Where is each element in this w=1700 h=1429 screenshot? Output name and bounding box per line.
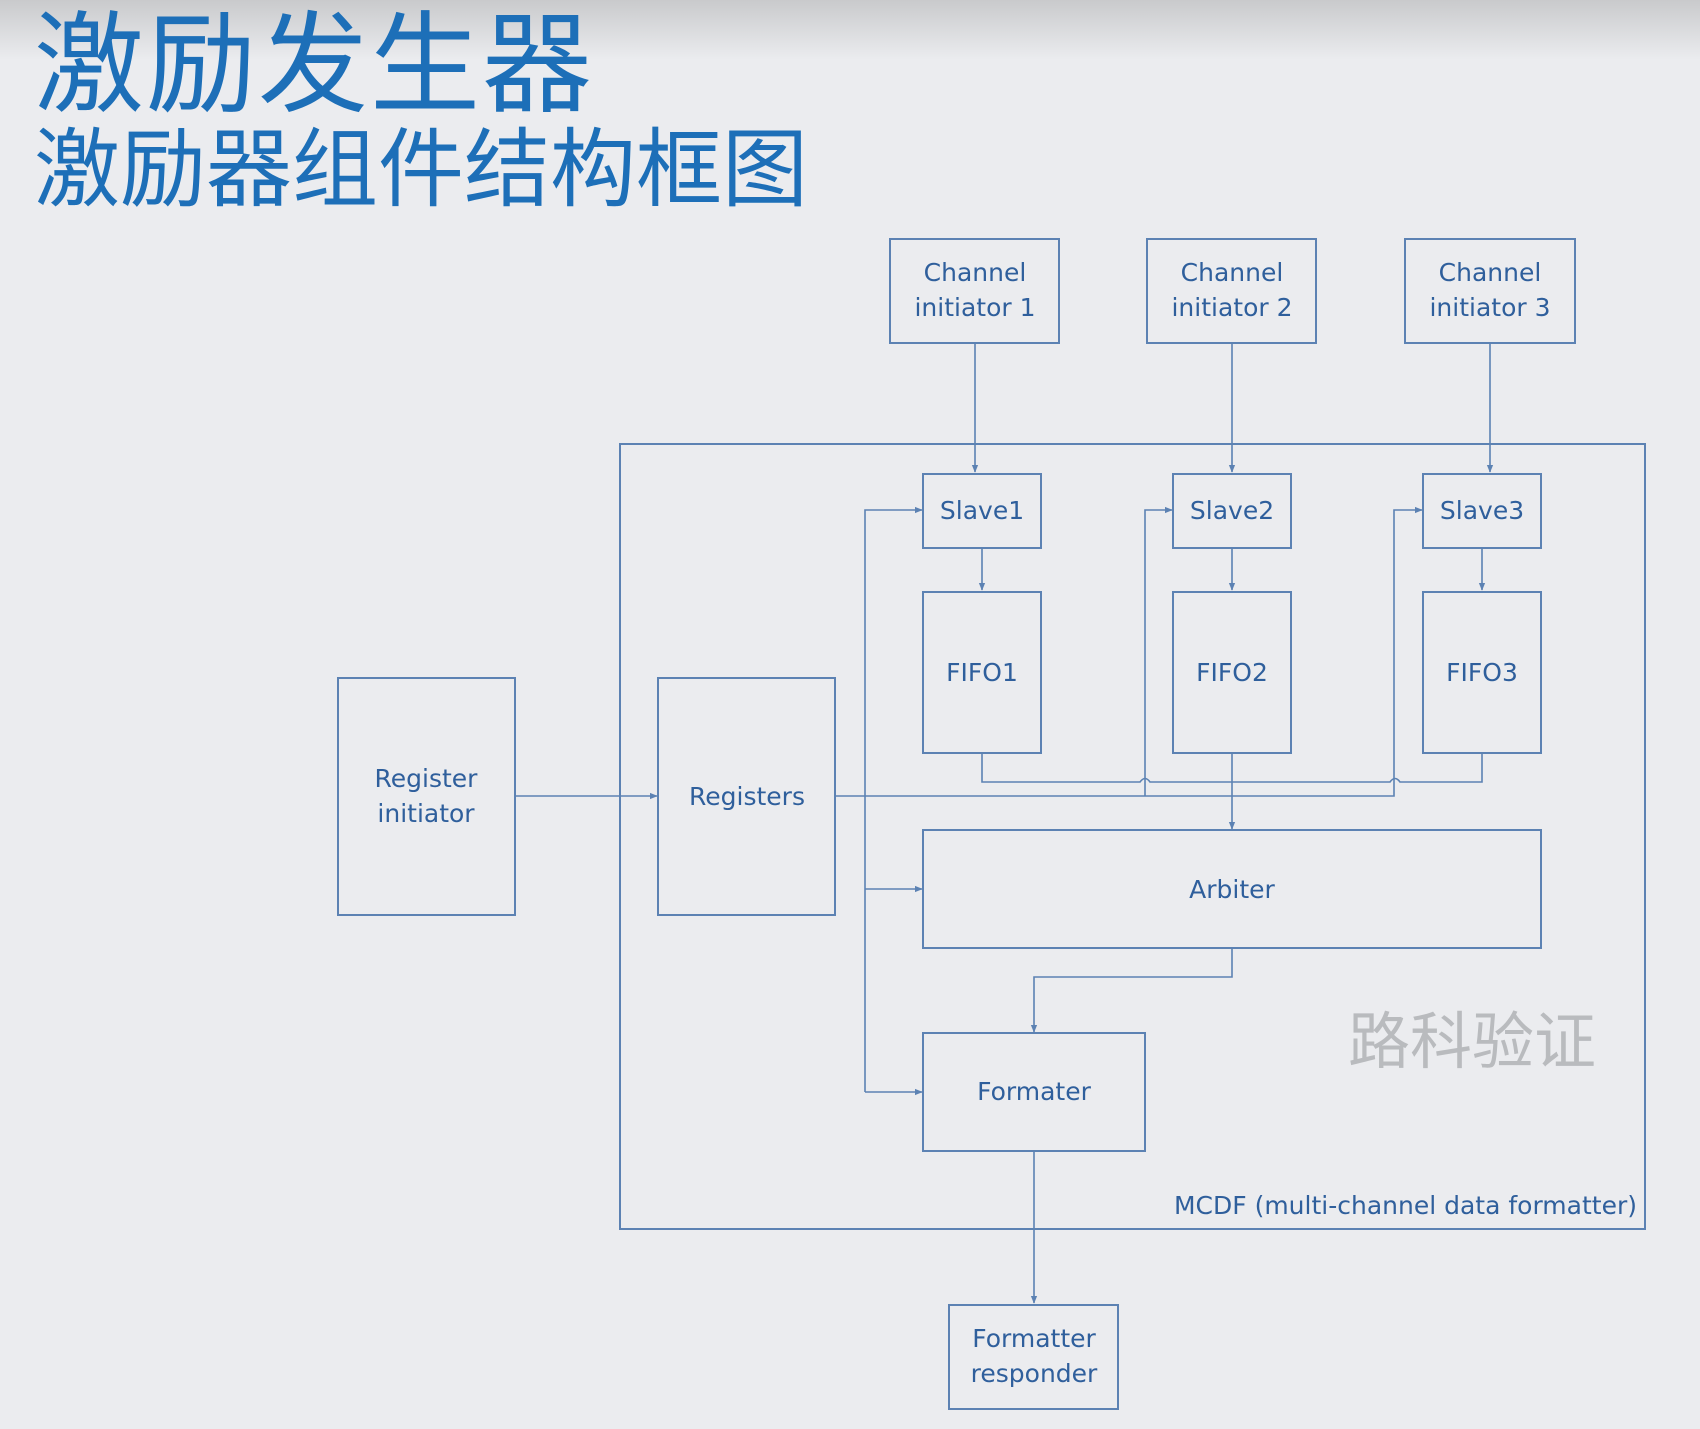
wire-fifo3-bus	[1232, 753, 1483, 783]
formatter-responder-line2: responder	[971, 1359, 1098, 1388]
wire-arbiter-formater	[1030, 948, 1233, 1033]
mcdf-label: MCDF (multi-channel data formatter)	[1174, 1191, 1637, 1220]
wire-config-slave2	[1144, 506, 1173, 796]
slave3-label: Slave3	[1440, 496, 1524, 525]
register-initiator-block: Register initiator	[337, 677, 516, 916]
register-initiator-line1: Register	[375, 764, 479, 793]
channel-initiator-2-line1: Channel	[1181, 258, 1284, 287]
slave2-label: Slave2	[1190, 496, 1274, 525]
channel-initiator-1-block: Channel initiator 1	[889, 238, 1060, 344]
fifo3-label: FIFO3	[1446, 658, 1518, 687]
wire-config-slave1	[864, 506, 923, 1092]
fifo2-label: FIFO2	[1196, 658, 1268, 687]
fifo1-label: FIFO1	[946, 658, 1018, 687]
fifo1-block: FIFO1	[922, 591, 1042, 754]
watermark-text: 路科验证	[1348, 1005, 1596, 1078]
channel-initiator-1-line2: initiator 1	[914, 293, 1035, 322]
fifo3-block: FIFO3	[1422, 591, 1542, 754]
channel-initiator-3-line1: Channel	[1439, 258, 1542, 287]
slave1-label: Slave1	[940, 496, 1024, 525]
channel-initiator-2-line2: initiator 2	[1171, 293, 1292, 322]
registers-label: Registers	[689, 782, 805, 811]
channel-initiator-3-block: Channel initiator 3	[1404, 238, 1576, 344]
formatter-responder-line1: Formatter	[972, 1324, 1096, 1353]
arbiter-block: Arbiter	[922, 829, 1542, 949]
registers-block: Registers	[657, 677, 836, 916]
formater-block: Formater	[922, 1032, 1146, 1152]
fifo2-block: FIFO2	[1172, 591, 1292, 754]
slave3-block: Slave3	[1422, 473, 1542, 549]
formatter-responder-block: Formatter responder	[948, 1304, 1119, 1410]
wire-fifo1-bus	[981, 753, 1232, 783]
slave1-block: Slave1	[922, 473, 1042, 549]
channel-initiator-2-block: Channel initiator 2	[1146, 238, 1317, 344]
block-diagram: MCDF (multi-channel data formatter) 路科验证…	[337, 238, 1646, 1410]
slave2-block: Slave2	[1172, 473, 1292, 549]
formater-label: Formater	[977, 1077, 1091, 1106]
arbiter-label: Arbiter	[1189, 875, 1275, 904]
channel-initiator-1-line1: Channel	[924, 258, 1027, 287]
register-initiator-line2: initiator	[377, 799, 475, 828]
channel-initiator-3-line2: initiator 3	[1429, 293, 1550, 322]
